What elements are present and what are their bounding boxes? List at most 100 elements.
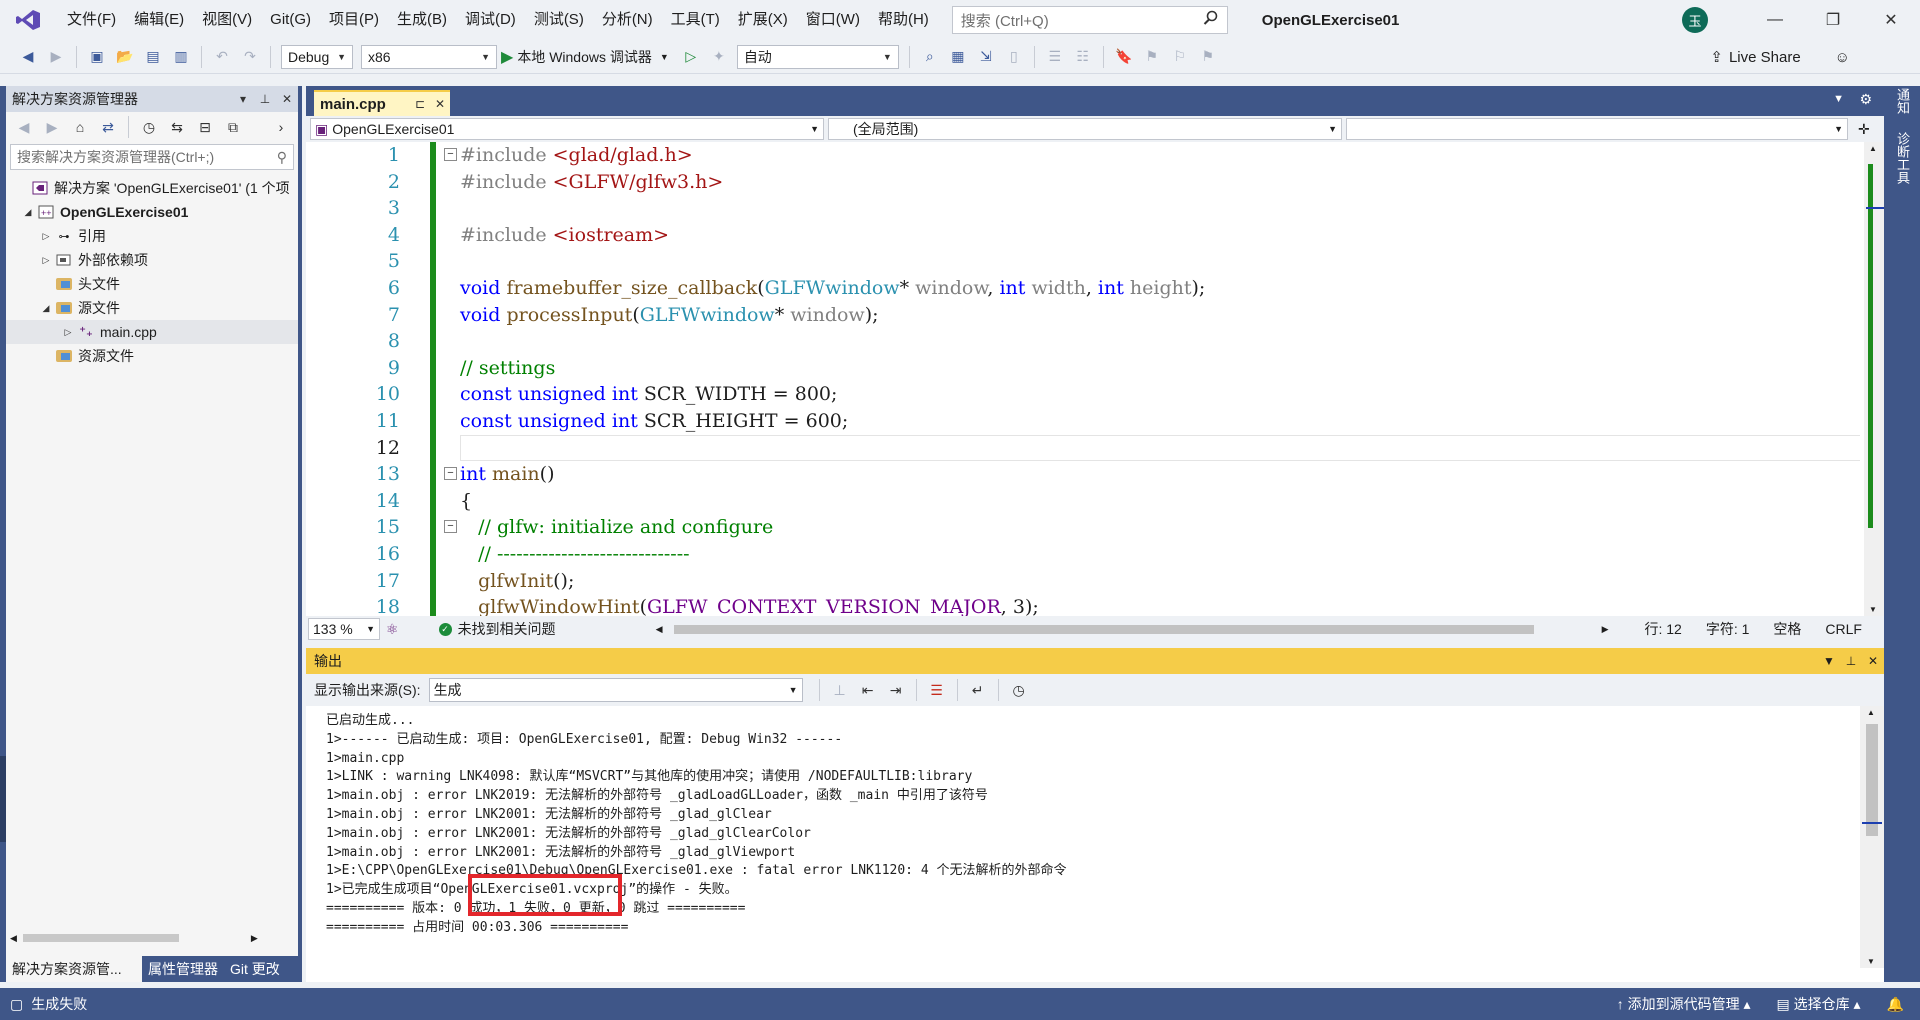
prev-bookmark-icon[interactable]: ⚑ xyxy=(1140,45,1164,69)
collapse-all-icon[interactable]: ⊟ xyxy=(193,115,217,139)
scroll-right-icon[interactable]: ▶ xyxy=(1602,624,1609,635)
undo-icon[interactable]: ↶ xyxy=(210,45,234,69)
scroll-up-icon[interactable]: ▲ xyxy=(1869,144,1877,153)
tab-git-changes[interactable]: Git 更改 xyxy=(224,956,286,982)
menu-help[interactable]: 帮助(H) xyxy=(869,5,938,35)
menu-git[interactable]: Git(G) xyxy=(261,5,320,35)
switch-views-icon[interactable]: ⇄ xyxy=(96,115,120,139)
dock-resize-handle[interactable] xyxy=(0,756,6,842)
chevron-right-icon[interactable]: ▷ xyxy=(60,327,76,338)
code-view[interactable]: 1 2 3 4 5 6 7 8 9 10 11 12 13 14 15 16 1… xyxy=(306,142,1884,616)
menu-debug[interactable]: 调试(D) xyxy=(456,5,525,35)
more-icon[interactable]: › xyxy=(269,115,293,139)
user-avatar[interactable]: 玉 xyxy=(1682,7,1708,33)
find-message-icon[interactable]: ⊥ xyxy=(828,678,852,702)
find-in-files-icon[interactable]: ⌕ xyxy=(918,45,942,69)
menu-project[interactable]: 项目(P) xyxy=(320,5,388,35)
menu-edit[interactable]: 编辑(E) xyxy=(125,5,193,35)
back-icon[interactable]: ◀ xyxy=(12,115,36,139)
intellicode-icon[interactable]: ⚛ xyxy=(386,621,399,638)
chevron-right-icon[interactable]: ▷ xyxy=(38,231,54,242)
word-wrap-icon[interactable]: ↵ xyxy=(966,678,990,702)
vertical-scrollbar[interactable]: ▲ ▼ xyxy=(1864,142,1884,616)
sync-icon[interactable]: ⇆ xyxy=(165,115,189,139)
previous-message-icon[interactable]: ⇤ xyxy=(856,678,880,702)
scroll-down-icon[interactable]: ▼ xyxy=(1869,605,1877,614)
search-input[interactable]: 搜索 (Ctrl+Q) xyxy=(951,6,1228,34)
save-icon[interactable]: ▤ xyxy=(141,45,165,69)
tab-main-cpp[interactable]: main.cpp ⊏ ✕ xyxy=(314,90,450,116)
tree-item-resource-files[interactable]: 资源文件 xyxy=(6,344,298,368)
chevron-down-icon[interactable]: ▾ xyxy=(232,92,254,106)
new-project-icon[interactable]: ▣ xyxy=(85,45,109,69)
scroll-left-icon[interactable]: ◀ xyxy=(10,933,17,944)
feedback-icon[interactable]: ☺ xyxy=(1835,49,1850,66)
tab-diagnostic-tools[interactable]: 诊断工具 xyxy=(1892,132,1912,184)
hot-reload-icon[interactable]: ✦ xyxy=(707,45,731,69)
visual-studio-logo-icon[interactable] xyxy=(12,8,44,32)
chevron-right-icon[interactable]: ▷ xyxy=(38,255,54,266)
scroll-thumb[interactable] xyxy=(22,934,179,942)
collapse-region-icon[interactable]: − xyxy=(444,467,457,480)
select-repository-button[interactable]: ▤ 选择仓库 ▴ xyxy=(1777,994,1861,1014)
tree-item-project[interactable]: ◢ ++ OpenGLExercise01 xyxy=(6,200,298,224)
gear-icon[interactable]: ⚙ xyxy=(1859,91,1872,108)
navigate-back-icon[interactable]: ◀ xyxy=(16,45,40,69)
tab-notifications[interactable]: 通知 xyxy=(1892,88,1912,114)
scroll-left-icon[interactable]: ◀ xyxy=(656,624,663,635)
minimize-icon[interactable]: — xyxy=(1746,0,1804,40)
scroll-down-icon[interactable]: ▼ xyxy=(1867,957,1875,966)
next-message-icon[interactable]: ⇥ xyxy=(884,678,908,702)
scroll-right-icon[interactable]: ▶ xyxy=(251,933,258,944)
project-dropdown[interactable]: ▣ OpenGLExercise01 ▼ xyxy=(310,118,824,140)
navigate-forward-icon[interactable]: ▶ xyxy=(44,45,68,69)
tree-item-external-dependencies[interactable]: ▷ 外部依赖项 xyxy=(6,248,298,272)
output-source-select[interactable]: 生成 ▼ xyxy=(428,678,803,702)
show-all-files-icon[interactable]: ⧉ xyxy=(221,115,245,139)
pin-icon[interactable]: ⊏ xyxy=(410,97,430,111)
solution-search-input[interactable]: 搜索解决方案资源管理器(Ctrl+;) ⚲ xyxy=(10,144,294,170)
pending-changes-icon[interactable]: ◷ xyxy=(137,115,161,139)
scroll-thumb[interactable] xyxy=(674,624,1534,634)
platform-select[interactable]: x86 ▼ xyxy=(361,44,497,69)
chevron-expanded-icon[interactable]: ◢ xyxy=(20,207,36,218)
forward-icon[interactable]: ▶ xyxy=(40,115,64,139)
add-to-source-control-button[interactable]: ↑ 添加到源代码管理 ▴ xyxy=(1617,994,1751,1014)
menu-view[interactable]: 视图(V) xyxy=(193,5,261,35)
restore-icon[interactable]: ❐ xyxy=(1804,0,1862,40)
code-text[interactable]: #include <glad/glad.h> #include <GLFW/gl… xyxy=(460,142,1860,616)
tab-solution-explorer[interactable]: 解决方案资源管... xyxy=(6,956,142,982)
line-ending-indicator[interactable]: CRLF xyxy=(1825,621,1862,637)
horizontal-scrollbar[interactable]: ◀ ▶ xyxy=(6,930,298,946)
scroll-up-icon[interactable]: ▲ xyxy=(1867,708,1875,717)
collapse-region-icon[interactable]: − xyxy=(444,148,457,161)
scroll-thumb[interactable] xyxy=(1866,724,1878,836)
tree-item-main-cpp[interactable]: ▷ ⁺₊ main.cpp xyxy=(6,320,298,344)
chevron-expanded-icon[interactable]: ◢ xyxy=(38,303,54,314)
clear-all-icon[interactable]: ☰ xyxy=(925,678,949,702)
close-icon[interactable]: ✕ xyxy=(276,92,298,106)
home-icon[interactable]: ⌂ xyxy=(68,115,92,139)
chevron-down-icon[interactable]: ▼ xyxy=(660,52,669,62)
notifications-bell-icon[interactable]: 🔔 xyxy=(1887,996,1904,1013)
indent-icon[interactable]: ☰ xyxy=(1043,45,1067,69)
close-icon[interactable]: ✕ xyxy=(1862,654,1884,668)
zoom-select[interactable]: 133 % ▼ xyxy=(308,618,380,640)
menu-extensions[interactable]: 扩展(X) xyxy=(729,5,797,35)
line-indicator[interactable]: 行: 12 xyxy=(1644,619,1681,639)
issues-status[interactable]: 未找到相关问题 xyxy=(458,619,556,639)
next-bookmark-icon[interactable]: ⚐ xyxy=(1168,45,1192,69)
tree-item-source-files[interactable]: ◢ 源文件 xyxy=(6,296,298,320)
open-file-icon[interactable]: 📂 xyxy=(113,45,137,69)
tree-item-solution[interactable]: 解决方案 'OpenGLExercise01' (1 个项 xyxy=(6,176,298,200)
live-share-button[interactable]: ⇪ Live Share ☺ xyxy=(1710,40,1850,74)
auto-select[interactable]: 自动 ▼ xyxy=(736,44,899,69)
start-debugging-button[interactable]: 本地 Windows 调试器 xyxy=(517,47,652,67)
menu-file[interactable]: 文件(F) xyxy=(58,5,125,35)
select-element-icon[interactable]: ⇲ xyxy=(974,45,998,69)
menu-analyze[interactable]: 分析(N) xyxy=(593,5,662,35)
redo-icon[interactable]: ↷ xyxy=(238,45,262,69)
chevron-down-icon[interactable]: ▼ xyxy=(1818,654,1840,668)
split-editor-icon[interactable]: ✛ xyxy=(1858,121,1870,138)
menu-window[interactable]: 窗口(W) xyxy=(797,5,869,35)
